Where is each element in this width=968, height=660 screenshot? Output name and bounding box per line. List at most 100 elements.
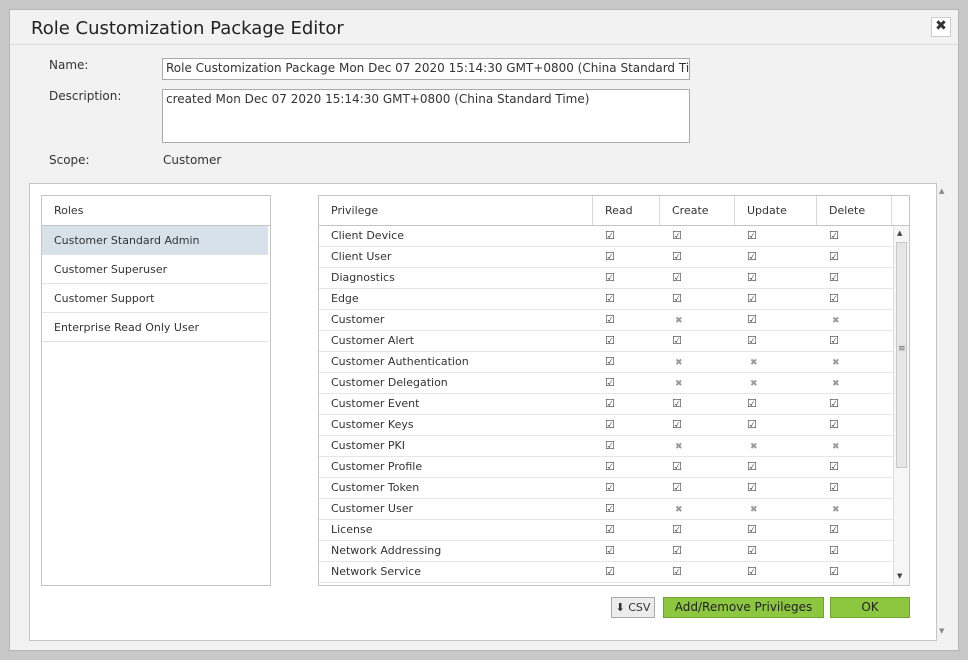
create-cell: ☑ [660,394,735,414]
update-cell: ☑ [735,226,817,246]
privilege-row[interactable]: Customer Token ☑ ☑ ☑ ☑ [319,478,894,499]
check-icon: ☑ [747,313,757,326]
role-item[interactable]: Customer Support [42,284,268,313]
role-item[interactable]: Enterprise Read Only User [42,313,268,342]
create-cell: ✖ [660,499,735,519]
grid-scrollbar[interactable]: ▲ ≡ ▼ [893,226,909,585]
cross-icon: ✖ [832,505,840,515]
scope-value: Customer [163,153,222,167]
privilege-name: Network Addressing [331,544,442,557]
create-cell: ☑ [660,331,735,351]
dialog-scrollbar[interactable]: ▲ ▼ [937,183,949,641]
privilege-row[interactable]: Edge ☑ ☑ ☑ ☑ [319,289,894,310]
read-cell: ☑ [593,289,660,309]
description-label: Description: [49,89,122,103]
check-icon: ☑ [672,397,682,410]
close-icon[interactable]: ✖ [931,17,951,37]
delete-cell: ☑ [817,289,892,309]
export-csv-button[interactable]: ⬇ CSV [611,597,655,618]
check-icon: ☑ [829,271,839,284]
create-cell: ✖ [660,373,735,393]
privilege-row[interactable]: Client User ☑ ☑ ☑ ☑ [319,247,894,268]
check-icon: ☑ [672,271,682,284]
privilege-name: Edge [331,292,359,305]
scope-label: Scope: [49,153,90,167]
download-icon: ⬇ [615,601,625,614]
cross-icon: ✖ [832,379,840,389]
privilege-row[interactable]: Customer Profile ☑ ☑ ☑ ☑ [319,457,894,478]
privilege-row[interactable]: Customer Alert ☑ ☑ ☑ ☑ [319,331,894,352]
check-icon: ☑ [672,418,682,431]
read-cell: ☑ [593,478,660,498]
privilege-row[interactable]: Diagnostics ☑ ☑ ☑ ☑ [319,268,894,289]
privilege-row[interactable]: Client Device ☑ ☑ ☑ ☑ [319,226,894,247]
check-icon: ☑ [829,523,839,536]
update-cell: ✖ [735,352,817,372]
privilege-name: Customer Token [331,481,420,494]
scroll-down-icon[interactable]: ▼ [897,572,902,580]
privilege-row[interactable]: Network Service ☑ ☑ ☑ ☑ [319,562,894,583]
check-icon: ☑ [672,229,682,242]
read-cell: ☑ [593,331,660,351]
create-cell: ☑ [660,562,735,582]
dialog-scroll-down-icon[interactable]: ▼ [939,627,944,635]
privilege-row[interactable]: Customer PKI ☑ ✖ ✖ ✖ [319,436,894,457]
privilege-row[interactable]: Partner☑✖✖✖ [319,583,894,585]
check-icon: ☑ [747,250,757,263]
privilege-row[interactable]: License ☑ ☑ ☑ ☑ [319,520,894,541]
privilege-row[interactable]: Customer Authentication ☑ ✖ ✖ ✖ [319,352,894,373]
delete-cell: ☑ [817,394,892,414]
column-header-privilege[interactable]: Privilege [319,196,593,225]
privilege-row[interactable]: Customer Keys ☑ ☑ ☑ ☑ [319,415,894,436]
delete-cell: ✖ [817,583,892,585]
delete-cell: ☑ [817,562,892,582]
read-cell: ☑ [593,436,660,456]
privilege-name: Customer Alert [331,334,415,347]
column-header-update[interactable]: Update [735,196,817,225]
description-field[interactable]: created Mon Dec 07 2020 15:14:30 GMT+080… [162,89,690,143]
grip-icon: ≡ [898,344,906,354]
check-icon: ☑ [747,229,757,242]
check-icon: ☑ [672,460,682,473]
check-icon: ☑ [672,334,682,347]
privilege-row[interactable]: Customer Delegation ☑ ✖ ✖ ✖ [319,373,894,394]
scrollbar-thumb[interactable]: ≡ [896,242,907,468]
role-item[interactable]: Customer Superuser [42,255,268,284]
column-header-delete[interactable]: Delete [817,196,892,225]
cross-icon: ✖ [750,505,758,515]
delete-cell: ☑ [817,226,892,246]
add-remove-privileges-button[interactable]: Add/Remove Privileges [663,597,824,618]
privilege-name: Network Service [331,565,422,578]
privilege-row[interactable]: Customer User ☑ ✖ ✖ ✖ [319,499,894,520]
column-header-create[interactable]: Create [660,196,735,225]
update-cell: ✖ [735,499,817,519]
read-cell: ☑ [593,457,660,477]
check-icon: ☑ [829,460,839,473]
privilege-row[interactable]: Network Addressing ☑ ☑ ☑ ☑ [319,541,894,562]
privilege-name: Customer User [331,502,414,515]
cross-icon: ✖ [750,442,758,452]
privilege-name: Customer Delegation [331,376,448,389]
check-icon: ☑ [605,544,615,557]
update-cell: ☑ [735,478,817,498]
name-field[interactable]: Role Customization Package Mon Dec 07 20… [162,58,690,80]
role-item[interactable]: Customer Standard Admin [42,226,268,255]
update-cell: ☑ [735,310,817,330]
create-cell: ☑ [660,520,735,540]
check-icon: ☑ [605,460,615,473]
scroll-up-icon[interactable]: ▲ [897,229,902,237]
check-icon: ☑ [747,292,757,305]
update-cell: ☑ [735,415,817,435]
check-icon: ☑ [829,418,839,431]
read-cell: ☑ [593,583,660,585]
ok-button[interactable]: OK [830,597,910,618]
check-icon: ☑ [672,565,682,578]
dialog-scroll-up-icon[interactable]: ▲ [939,187,944,195]
check-icon: ☑ [605,334,615,347]
update-cell: ☑ [735,268,817,288]
update-cell: ☑ [735,331,817,351]
privilege-row[interactable]: Customer ☑ ✖ ☑ ✖ [319,310,894,331]
privilege-row[interactable]: Customer Event ☑ ☑ ☑ ☑ [319,394,894,415]
column-header-read[interactable]: Read [593,196,660,225]
update-cell: ☑ [735,541,817,561]
